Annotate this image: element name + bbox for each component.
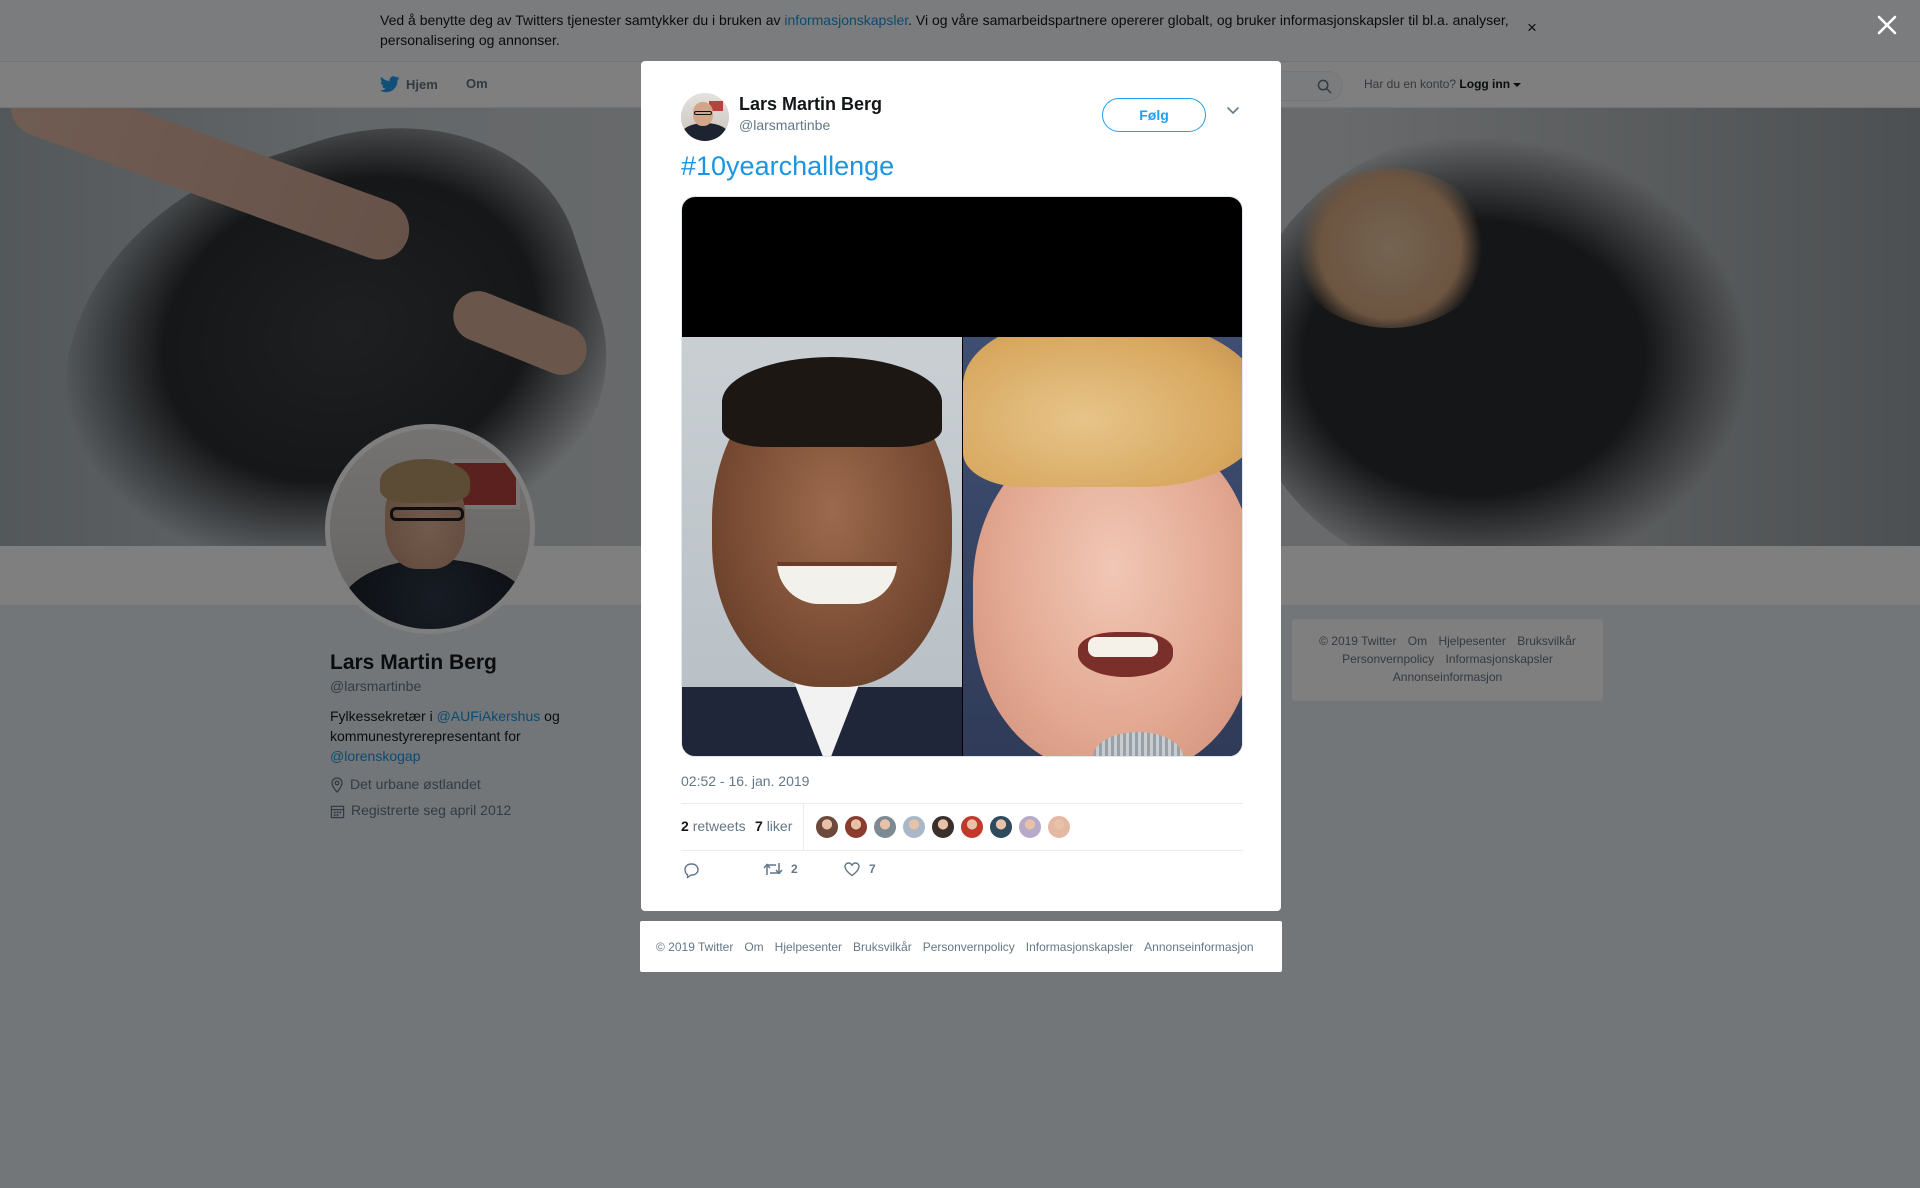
tweet-stats: 2 retweets 7 liker [681,803,1243,851]
liker-avatar[interactable] [960,815,984,839]
liker-avatar[interactable] [931,815,955,839]
liker-avatar[interactable] [873,815,897,839]
liker-avatars [815,815,1076,839]
follow-button[interactable]: Følg [1102,98,1206,132]
retweet-icon [763,863,783,875]
tweet-actions: 2 7 [681,861,1243,891]
retweet-count: 2 [791,862,798,876]
tweet-modal: Lars Martin Berg @larsmartinbe Følg #10y… [641,61,1281,911]
liker-avatar[interactable] [902,815,926,839]
liker-avatar[interactable] [1047,815,1071,839]
photo-right-hair [963,337,1242,487]
footer-link-about[interactable]: Om [744,940,763,954]
likes-count: 7 [755,818,763,834]
photo-panel-right [963,337,1242,756]
retweet-button[interactable]: 2 [763,861,798,877]
footer-link-terms[interactable]: Bruksvilkår [853,940,912,954]
tweet-timestamp[interactable]: 02:52 - 16. jan. 2019 [681,773,809,789]
tweet-hashtag[interactable]: #10yearchallenge [681,149,894,183]
chevron-down-icon[interactable] [1226,106,1240,116]
heart-icon [844,862,860,877]
likes-label: liker [766,818,793,834]
reply-icon [684,863,699,879]
close-icon[interactable] [1875,13,1899,37]
footer-copyright: © 2019 Twitter [656,939,734,954]
photo-panel-left [682,337,962,756]
footer-link-privacy[interactable]: Personvernpolicy [923,940,1015,954]
tweet-author-name[interactable]: Lars Martin Berg [739,93,882,115]
liker-avatar[interactable] [815,815,839,839]
liker-avatar[interactable] [1018,815,1042,839]
footer-link-help[interactable]: Hjelpesenter [775,940,842,954]
footer-link-ads-info[interactable]: Annonseinformasjon [1144,940,1253,954]
liker-avatar[interactable] [989,815,1013,839]
retweets-stat[interactable]: 2 retweets [681,818,746,834]
tweet-author-avatar[interactable] [681,93,729,141]
tweet-author-handle[interactable]: @larsmartinbe [739,117,830,133]
footer-link-cookies[interactable]: Informasjonskapsler [1026,940,1133,954]
stats-divider [803,804,804,850]
tweet-avatar-glasses [694,111,712,115]
reply-button[interactable] [682,861,700,879]
retweets-count: 2 [681,818,689,834]
tweet-photo[interactable] [681,196,1243,757]
like-count: 7 [869,862,876,876]
retweets-label: retweets [692,818,746,834]
likes-stat[interactable]: 7 liker [755,818,792,834]
photo-right-teeth [1088,637,1158,657]
modal-footer: © 2019 Twitter Om Hjelpesenter Bruksvilk… [640,921,1282,972]
liker-avatar[interactable] [844,815,868,839]
photo-left-hair [722,357,942,447]
like-button[interactable]: 7 [843,861,876,877]
